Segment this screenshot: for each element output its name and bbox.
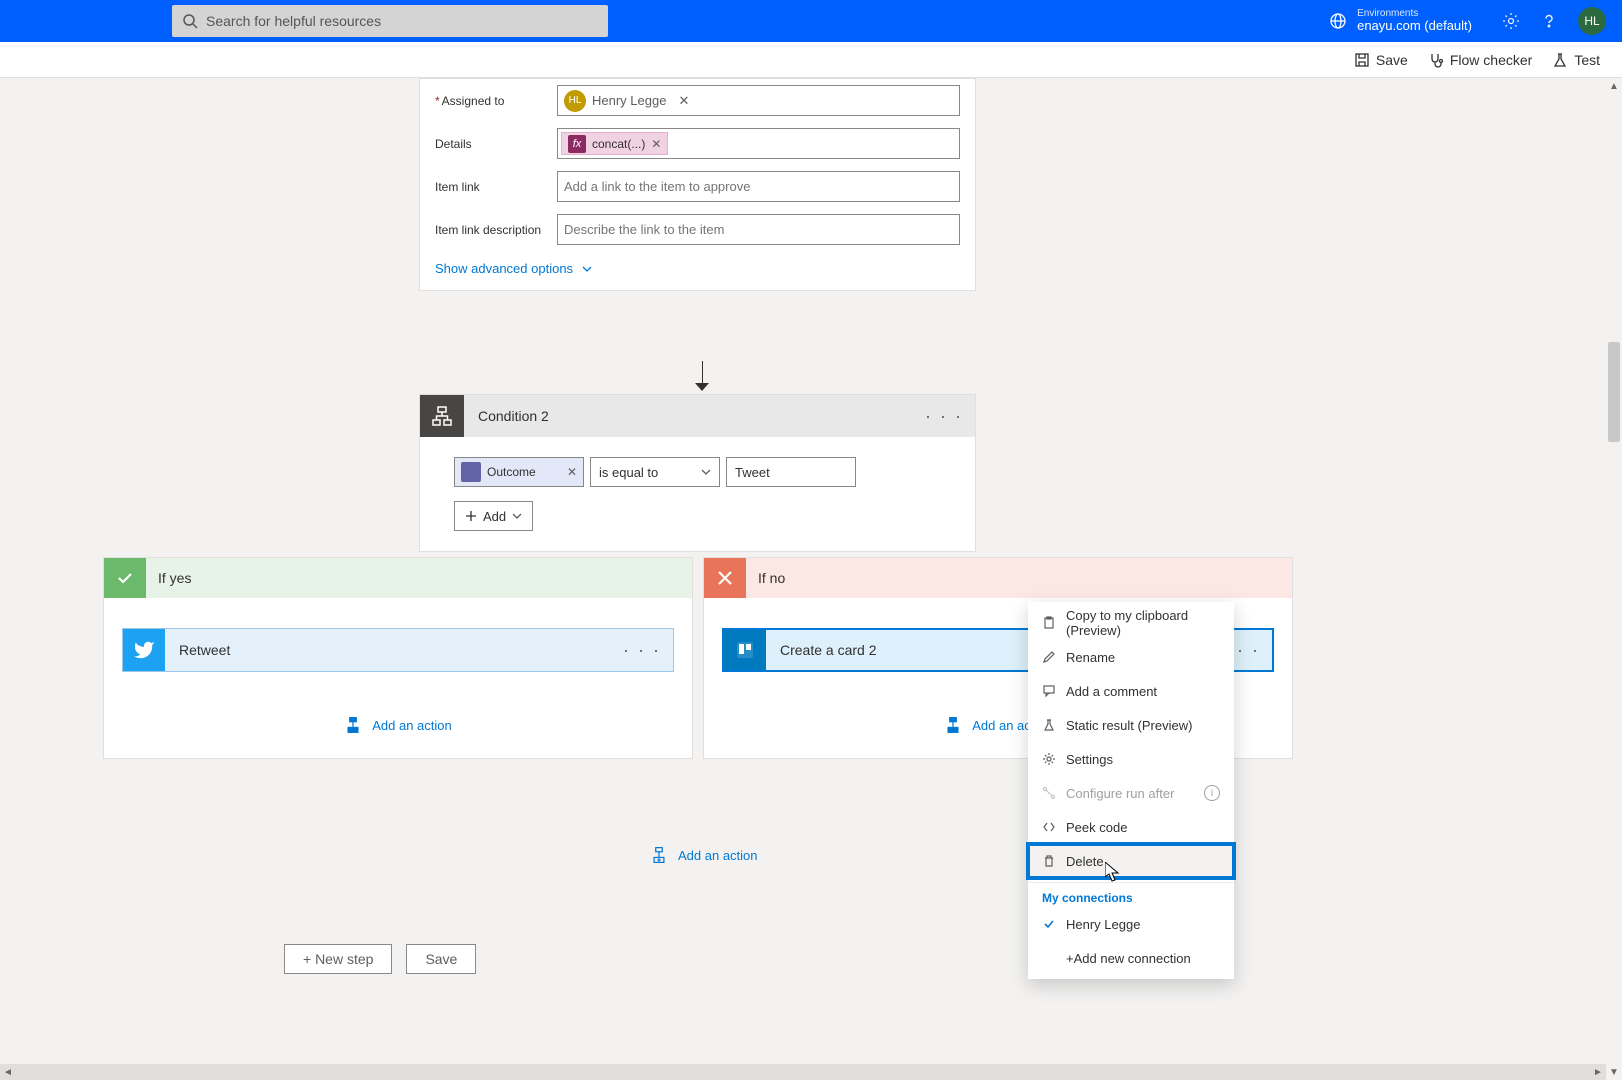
save-flow-button[interactable]: Save xyxy=(406,944,476,974)
clipboard-icon xyxy=(1042,616,1056,630)
retweet-menu-button[interactable]: · · · xyxy=(623,640,661,661)
flow-checker-button[interactable]: Flow checker xyxy=(1428,52,1532,68)
retweet-title: Retweet xyxy=(179,642,623,658)
settings-icon[interactable] xyxy=(1502,12,1520,30)
outcome-token-icon xyxy=(461,462,481,482)
search-placeholder: Search for helpful resources xyxy=(206,13,381,29)
condition-operator-select[interactable]: is equal to xyxy=(590,457,720,487)
ctx-connection-user[interactable]: Henry Legge xyxy=(1028,907,1234,941)
item-link-label: Item link xyxy=(435,180,557,194)
search-input[interactable]: Search for helpful resources xyxy=(172,5,608,37)
pencil-icon xyxy=(1042,650,1056,664)
environment-icon xyxy=(1329,12,1347,30)
stethoscope-icon xyxy=(1428,52,1444,68)
gear-icon xyxy=(1042,752,1056,766)
fx-token-label: concat(...) xyxy=(592,137,645,151)
environment-picker[interactable]: Environments enayu.com (default) xyxy=(1329,8,1472,33)
add-condition-button[interactable]: Add xyxy=(454,501,533,531)
ctx-settings[interactable]: Settings xyxy=(1028,742,1234,776)
ctx-peek-code[interactable]: Peek code xyxy=(1028,810,1234,844)
trash-icon xyxy=(1042,854,1056,868)
code-icon xyxy=(1042,820,1056,834)
context-menu: Copy to my clipboard (Preview) Rename Ad… xyxy=(1028,602,1234,979)
check-icon xyxy=(1042,917,1056,931)
chevron-down-icon xyxy=(701,467,711,477)
flow-canvas: *Assigned to HL Henry Legge ✕ Details fx… xyxy=(0,78,1606,1080)
condition-card: Condition 2 · · · Outcome ✕ is equal to … xyxy=(419,394,976,552)
condition-header[interactable]: Condition 2 · · · xyxy=(420,395,975,437)
fx-icon: fx xyxy=(568,135,586,153)
connector-arrow-icon xyxy=(695,361,709,391)
if-no-title: If no xyxy=(758,570,785,586)
condition-value-field[interactable]: Tweet xyxy=(726,457,856,487)
ctx-copy[interactable]: Copy to my clipboard (Preview) xyxy=(1028,606,1234,640)
help-icon[interactable] xyxy=(1540,12,1558,30)
if-yes-branch: If yes Retweet · · · Add an action xyxy=(103,557,693,759)
env-name: enayu.com (default) xyxy=(1357,19,1472,33)
flask-icon xyxy=(1552,52,1568,68)
add-action-outer[interactable]: Add an action xyxy=(650,846,758,864)
condition-icon xyxy=(420,395,464,437)
person-avatar-icon: HL xyxy=(564,90,586,112)
approval-card: *Assigned to HL Henry Legge ✕ Details fx… xyxy=(419,78,976,291)
scroll-down-icon[interactable]: ▼ xyxy=(1606,1064,1622,1080)
scroll-up-icon[interactable]: ▲ xyxy=(1606,78,1622,94)
condition-left-field[interactable]: Outcome ✕ xyxy=(454,457,584,487)
item-link-field[interactable] xyxy=(557,171,960,202)
assigned-to-label: *Assigned to xyxy=(435,94,557,108)
condition-title: Condition 2 xyxy=(478,408,925,424)
info-icon: i xyxy=(1204,785,1220,801)
ctx-rename[interactable]: Rename xyxy=(1028,640,1234,674)
close-icon xyxy=(704,558,746,598)
remove-person-icon[interactable]: ✕ xyxy=(678,93,689,109)
flask-icon xyxy=(1042,718,1056,732)
ctx-comment[interactable]: Add a comment xyxy=(1028,674,1234,708)
add-action-icon xyxy=(344,716,362,734)
scroll-left-icon[interactable]: ◄ xyxy=(0,1064,16,1080)
if-yes-title: If yes xyxy=(158,570,191,586)
mouse-cursor-icon xyxy=(1105,862,1121,882)
scroll-thumb[interactable] xyxy=(1608,342,1620,442)
remove-outcome-icon[interactable]: ✕ xyxy=(567,465,577,479)
assigned-to-field[interactable]: HL Henry Legge ✕ xyxy=(557,85,960,116)
top-bar: Search for helpful resources Environment… xyxy=(0,0,1622,42)
ctx-delete[interactable]: Delete xyxy=(1028,844,1234,878)
vertical-scrollbar[interactable]: ▲ ▼ xyxy=(1606,78,1622,1080)
twitter-icon xyxy=(123,629,165,671)
env-label: Environments xyxy=(1357,8,1472,19)
details-field[interactable]: fx concat(...) ✕ xyxy=(557,128,960,159)
save-icon xyxy=(1354,52,1370,68)
flow-icon xyxy=(1042,786,1056,800)
scroll-right-icon[interactable]: ► xyxy=(1590,1064,1606,1080)
new-step-button[interactable]: + New step xyxy=(284,944,392,974)
test-button[interactable]: Test xyxy=(1552,52,1600,68)
add-action-icon xyxy=(944,716,962,734)
search-icon xyxy=(182,13,198,29)
chevron-down-icon xyxy=(581,263,593,275)
check-icon xyxy=(104,558,146,598)
bottom-buttons: + New step Save xyxy=(284,944,476,974)
details-label: Details xyxy=(435,137,557,151)
plus-icon xyxy=(465,510,477,522)
chevron-down-icon xyxy=(512,511,522,521)
avatar[interactable]: HL xyxy=(1578,7,1606,35)
save-button[interactable]: Save xyxy=(1354,52,1408,68)
horizontal-scrollbar[interactable]: ◄ ► xyxy=(0,1064,1606,1080)
item-link-desc-field[interactable] xyxy=(557,214,960,245)
retweet-action[interactable]: Retweet · · · xyxy=(122,628,674,672)
comment-icon xyxy=(1042,684,1056,698)
ctx-static-result[interactable]: Static result (Preview) xyxy=(1028,708,1234,742)
remove-fx-icon[interactable]: ✕ xyxy=(651,137,661,151)
ctx-add-connection[interactable]: +Add new connection xyxy=(1028,941,1234,975)
add-action-yes[interactable]: Add an action xyxy=(122,716,674,734)
add-action-icon xyxy=(650,846,668,864)
ctx-run-after: Configure run after i xyxy=(1028,776,1234,810)
trello-icon xyxy=(724,630,766,670)
condition-menu-button[interactable]: · · · xyxy=(925,406,963,427)
show-advanced-link[interactable]: Show advanced options xyxy=(420,251,975,290)
person-name: Henry Legge xyxy=(592,93,666,108)
item-link-desc-label: Item link description xyxy=(435,223,557,237)
toolbar: Save Flow checker Test xyxy=(0,42,1622,78)
ctx-my-connections-label: My connections xyxy=(1028,887,1234,907)
